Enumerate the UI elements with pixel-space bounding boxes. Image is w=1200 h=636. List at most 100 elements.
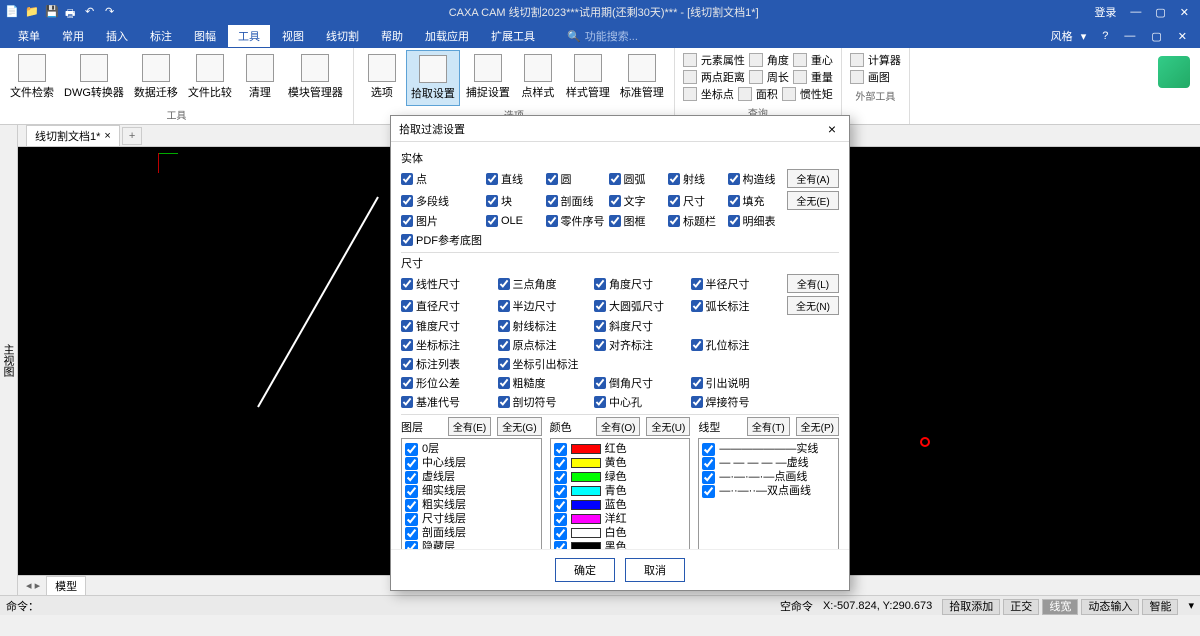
ribbon-button[interactable]: 选项 (360, 50, 404, 106)
filter-checkbox[interactable]: 大圆弧尺寸 (594, 298, 687, 314)
ribbon-small[interactable]: 重量 (811, 69, 833, 85)
filter-checkbox[interactable]: 点 (401, 171, 482, 187)
all-colors-button[interactable]: 全有(O) (596, 417, 640, 436)
color-item[interactable]: 黄色 (554, 456, 687, 470)
filter-checkbox[interactable]: 半径尺寸 (691, 276, 784, 292)
filter-checkbox[interactable]: 尺寸 (668, 193, 724, 209)
filter-checkbox[interactable]: 填充 (728, 193, 784, 209)
color-item[interactable]: 青色 (554, 484, 687, 498)
qat-icon[interactable]: ↶ (85, 5, 99, 19)
filter-checkbox[interactable]: 坐标标注 (401, 337, 494, 353)
filter-checkbox[interactable]: 倒角尺寸 (594, 375, 687, 391)
filter-checkbox[interactable]: 直线 (486, 171, 542, 187)
qat-icon[interactable]: 🖶 (65, 5, 79, 19)
filter-checkbox[interactable]: 射线标注 (498, 318, 591, 334)
ribbon-button[interactable]: 数据迁移 (130, 50, 182, 106)
tab-help[interactable]: 帮助 (371, 25, 413, 47)
function-search[interactable]: 🔍功能搜索... (567, 28, 638, 44)
login-link[interactable]: 登录 (1088, 2, 1122, 22)
tab-annotate[interactable]: 标注 (140, 25, 182, 47)
tab-ext[interactable]: 扩展工具 (481, 25, 545, 47)
ribbon-small[interactable]: 计算器 (868, 52, 901, 68)
filter-checkbox[interactable]: 孔位标注 (691, 337, 784, 353)
style-menu[interactable]: 风格 ▾ (1041, 26, 1092, 46)
filter-checkbox[interactable]: 线性尺寸 (401, 276, 494, 292)
tab-view[interactable]: 视图 (272, 25, 314, 47)
filter-checkbox[interactable]: 圆 (546, 171, 605, 187)
filter-checkbox[interactable]: 基准代号 (401, 394, 494, 410)
status-toggle[interactable]: 拾取添加 (942, 599, 1000, 615)
filter-checkbox[interactable]: OLE (486, 215, 542, 227)
close-icon[interactable]: ✕ (1174, 4, 1195, 21)
filter-checkbox[interactable]: 焊接符号 (691, 394, 784, 410)
filter-checkbox[interactable]: 零件序号 (546, 213, 605, 229)
none-layers-button[interactable]: 全无(G) (497, 417, 541, 436)
dropdown-icon[interactable]: ▾ (1188, 599, 1194, 612)
filter-checkbox[interactable]: 图片 (401, 213, 482, 229)
filter-checkbox[interactable]: 图框 (609, 213, 665, 229)
ribbon-small[interactable]: 坐标点 (701, 86, 734, 102)
minimize-icon[interactable]: — (1124, 4, 1147, 20)
layer-item[interactable]: 粗实线层 (405, 498, 538, 512)
ribbon-small[interactable]: 元素属性 (701, 52, 745, 68)
qat-icon[interactable]: 💾 (45, 5, 59, 19)
tab-insert[interactable]: 插入 (96, 25, 138, 47)
color-item[interactable]: 洋红 (554, 512, 687, 526)
filter-checkbox[interactable]: 构造线 (728, 171, 784, 187)
ribbon-small[interactable]: 重心 (811, 52, 833, 68)
ltype-item[interactable]: ———————实线 (702, 442, 835, 456)
status-toggle[interactable]: 正交 (1003, 599, 1039, 615)
tab-tools[interactable]: 工具 (228, 25, 270, 47)
ribbon-button[interactable]: 捕捉设置 (462, 50, 514, 106)
close-dialog-icon[interactable]: × (823, 121, 841, 137)
ribbon-small[interactable]: 惯性矩 (800, 86, 833, 102)
all-layers-button[interactable]: 全有(E) (448, 417, 491, 436)
tab-menu[interactable]: 菜单 (8, 25, 50, 47)
ribbon-small[interactable]: 面积 (756, 86, 778, 102)
tab-wirecut[interactable]: 线切割 (316, 25, 369, 47)
ribbon-button[interactable]: 文件比较 (184, 50, 236, 106)
help-icon[interactable]: ? (1097, 28, 1113, 44)
filter-checkbox[interactable]: 斜度尺寸 (594, 318, 687, 334)
filter-checkbox[interactable]: 剖面线 (546, 193, 605, 209)
maximize-icon[interactable]: ▢ (1149, 4, 1171, 21)
status-toggle[interactable]: 线宽 (1042, 599, 1078, 615)
restore-icon[interactable]: ▢ (1146, 28, 1166, 45)
close-tab-icon[interactable]: × (104, 130, 110, 142)
qat-icon[interactable]: 📁 (25, 5, 39, 19)
min-ribbon-icon[interactable]: — (1119, 28, 1140, 44)
layer-item[interactable]: 细实线层 (405, 484, 538, 498)
color-item[interactable]: 白色 (554, 526, 687, 540)
layer-item[interactable]: 隐藏层 (405, 540, 538, 549)
filter-checkbox[interactable]: 多段线 (401, 193, 482, 209)
filter-checkbox[interactable]: 直径尺寸 (401, 298, 494, 314)
ribbon-button[interactable]: DWG转换器 (60, 50, 128, 106)
filter-checkbox[interactable]: 圆弧 (609, 171, 665, 187)
status-toggle[interactable]: 智能 (1142, 599, 1178, 615)
all-entity-button[interactable]: 全有(A) (787, 169, 839, 188)
color-item[interactable]: 绿色 (554, 470, 687, 484)
ribbon-small[interactable]: 两点距离 (701, 69, 745, 85)
filter-checkbox[interactable]: 粗糙度 (498, 375, 591, 391)
color-item[interactable]: 黑色 (554, 540, 687, 549)
color-item[interactable]: 蓝色 (554, 498, 687, 512)
close-doc-icon[interactable]: ✕ (1173, 28, 1192, 45)
ribbon-button[interactable]: 拾取设置 (406, 50, 460, 106)
none-entity-button[interactable]: 全无(E) (787, 191, 839, 210)
ribbon-button[interactable]: 样式管理 (562, 50, 614, 106)
tab-frame[interactable]: 图幅 (184, 25, 226, 47)
ltype-item[interactable]: —··—··—双点画线 (702, 484, 835, 498)
ribbon-button[interactable]: 点样式 (516, 50, 560, 106)
qat-icon[interactable]: ↷ (105, 5, 119, 19)
filter-checkbox[interactable]: 明细表 (728, 213, 784, 229)
ribbon-button[interactable]: 模块管理器 (284, 50, 347, 106)
filter-checkbox[interactable]: 角度尺寸 (594, 276, 687, 292)
tab-common[interactable]: 常用 (52, 25, 94, 47)
layer-item[interactable]: 尺寸线层 (405, 512, 538, 526)
filter-checkbox[interactable]: 引出说明 (691, 375, 784, 391)
filter-checkbox[interactable]: 剖切符号 (498, 394, 591, 410)
status-toggle[interactable]: 动态输入 (1081, 599, 1139, 615)
layer-item[interactable]: 中心线层 (405, 456, 538, 470)
filter-checkbox[interactable]: 锥度尺寸 (401, 318, 494, 334)
filter-checkbox[interactable]: 文字 (609, 193, 665, 209)
